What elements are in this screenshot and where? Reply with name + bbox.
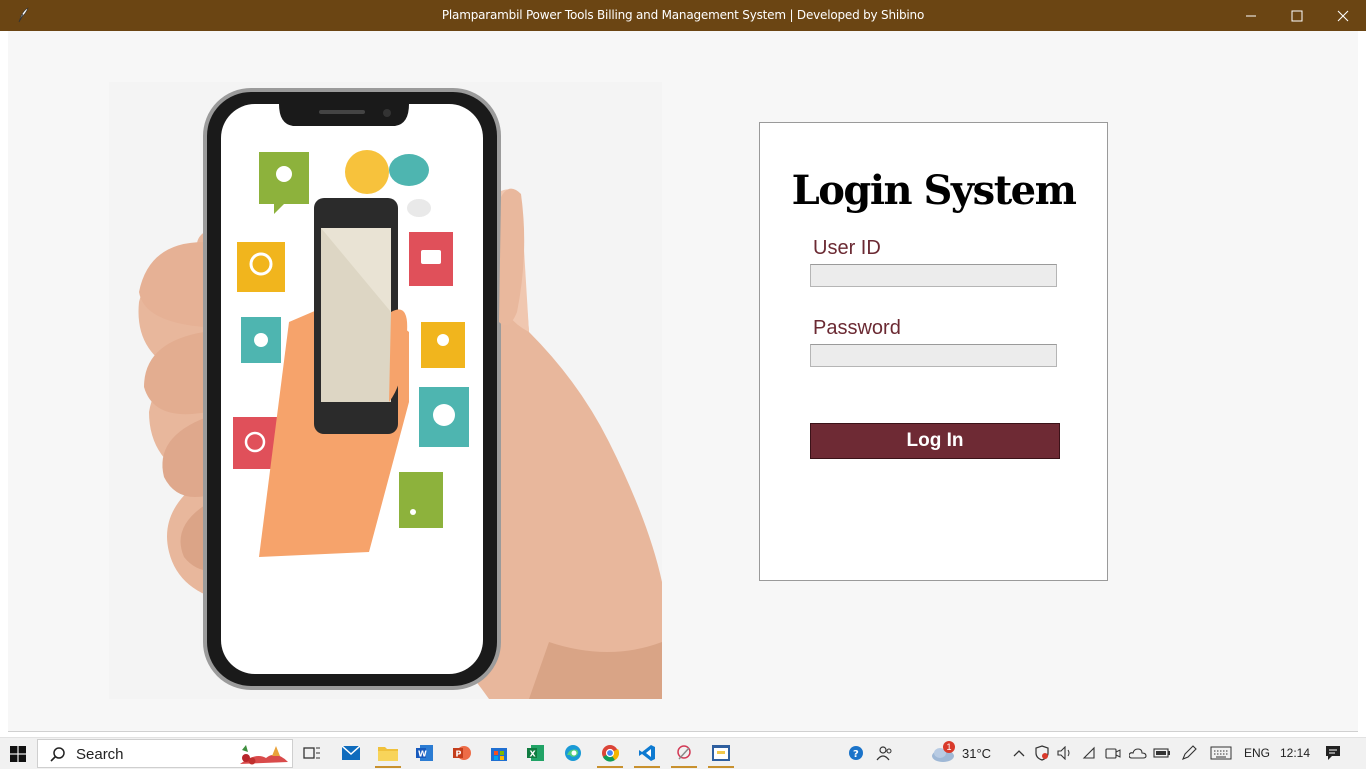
svg-text:X: X xyxy=(530,750,537,759)
user-id-label: User ID xyxy=(813,237,881,259)
taskbar-powerpoint[interactable]: P xyxy=(449,741,475,765)
file-explorer-icon xyxy=(378,747,398,761)
vscode-icon xyxy=(639,745,655,761)
wifi-icon xyxy=(1082,746,1095,759)
task-view-icon xyxy=(303,747,320,759)
password-input[interactable] xyxy=(810,344,1057,367)
tray-battery[interactable] xyxy=(1149,741,1175,765)
clock-time[interactable]: 12:14 xyxy=(1280,746,1310,760)
people-icon xyxy=(876,746,892,761)
keyboard-icon xyxy=(1210,746,1232,760)
window-bottom-border xyxy=(8,731,1358,732)
search-icon xyxy=(50,747,65,762)
snipping-tool-icon xyxy=(677,745,691,760)
taskbar: Search W P X ? 1 31°C ENG 12:14 xyxy=(0,737,1366,769)
window-titlebar[interactable]: Plamparambil Power Tools Billing and Man… xyxy=(0,0,1366,31)
taskbar-excel[interactable]: X xyxy=(523,741,549,765)
weather-temperature[interactable]: 31°C xyxy=(962,746,991,761)
store-icon xyxy=(491,748,507,761)
shield-icon xyxy=(1035,745,1049,761)
search-highlight-image-icon xyxy=(240,745,288,765)
taskbar-chrome[interactable] xyxy=(597,741,623,768)
search-placeholder: Search xyxy=(76,746,124,763)
input-language[interactable]: ENG xyxy=(1244,746,1270,760)
chrome-icon xyxy=(602,745,619,762)
svg-text:?: ? xyxy=(853,749,859,760)
taskbar-mail[interactable] xyxy=(338,741,364,765)
window-right-edge xyxy=(1358,31,1366,737)
pen-icon xyxy=(1182,745,1197,760)
onedrive-cloud-icon xyxy=(1129,748,1147,759)
login-button[interactable]: Log In xyxy=(810,423,1060,459)
minimize-icon xyxy=(1246,15,1256,16)
taskbar-word[interactable]: W xyxy=(412,741,438,765)
tray-help[interactable]: ? xyxy=(843,741,869,765)
taskbar-search-box[interactable]: Search xyxy=(37,739,293,768)
edge-icon xyxy=(565,745,581,761)
maximize-button[interactable] xyxy=(1274,0,1320,31)
hand-holding-phone-illustration xyxy=(109,82,662,699)
tray-people[interactable] xyxy=(872,741,898,765)
battery-icon xyxy=(1153,748,1170,758)
tray-onedrive[interactable] xyxy=(1125,741,1151,765)
window-left-edge xyxy=(0,31,8,737)
user-id-input[interactable] xyxy=(810,264,1057,287)
tray-volume[interactable] xyxy=(1052,741,1078,765)
tray-touch-keyboard[interactable] xyxy=(1208,741,1234,765)
help-icon: ? xyxy=(849,746,863,760)
svg-text:P: P xyxy=(456,750,462,759)
login-panel: Login System User ID Password Log In xyxy=(759,122,1108,581)
start-button[interactable] xyxy=(0,738,36,769)
windows-logo-icon xyxy=(10,745,26,762)
speaker-icon xyxy=(1057,746,1070,760)
tray-notifications[interactable] xyxy=(1320,741,1346,765)
tray-pen[interactable] xyxy=(1176,741,1202,765)
svg-text:W: W xyxy=(418,750,427,759)
excel-icon: X xyxy=(527,745,544,761)
tray-meet-now[interactable] xyxy=(1100,741,1126,765)
camera-icon xyxy=(1105,748,1121,759)
mail-icon xyxy=(342,746,360,760)
taskbar-store[interactable] xyxy=(486,741,512,765)
taskbar-snipping-tool[interactable] xyxy=(671,741,697,768)
taskbar-file-explorer[interactable] xyxy=(375,741,401,768)
chevron-up-icon xyxy=(1013,750,1025,757)
taskbar-python-app[interactable] xyxy=(708,741,734,768)
maximize-icon xyxy=(1291,10,1303,21)
taskbar-vscode[interactable] xyxy=(634,741,660,768)
powerpoint-icon: P xyxy=(453,746,471,760)
close-button[interactable] xyxy=(1320,0,1366,31)
notification-icon xyxy=(1326,746,1340,760)
minimize-button[interactable] xyxy=(1228,0,1274,31)
task-view-button[interactable] xyxy=(299,741,325,765)
weather-badge: 1 xyxy=(943,741,955,753)
taskbar-edge[interactable] xyxy=(560,741,586,765)
close-icon xyxy=(1337,10,1349,21)
window-title: Plamparambil Power Tools Billing and Man… xyxy=(441,8,925,22)
password-label: Password xyxy=(813,317,901,339)
python-app-icon xyxy=(712,745,730,761)
word-icon: W xyxy=(416,745,433,761)
login-window: Login System User ID Password Log In xyxy=(8,31,1358,731)
login-heading: Login System xyxy=(791,167,1077,214)
